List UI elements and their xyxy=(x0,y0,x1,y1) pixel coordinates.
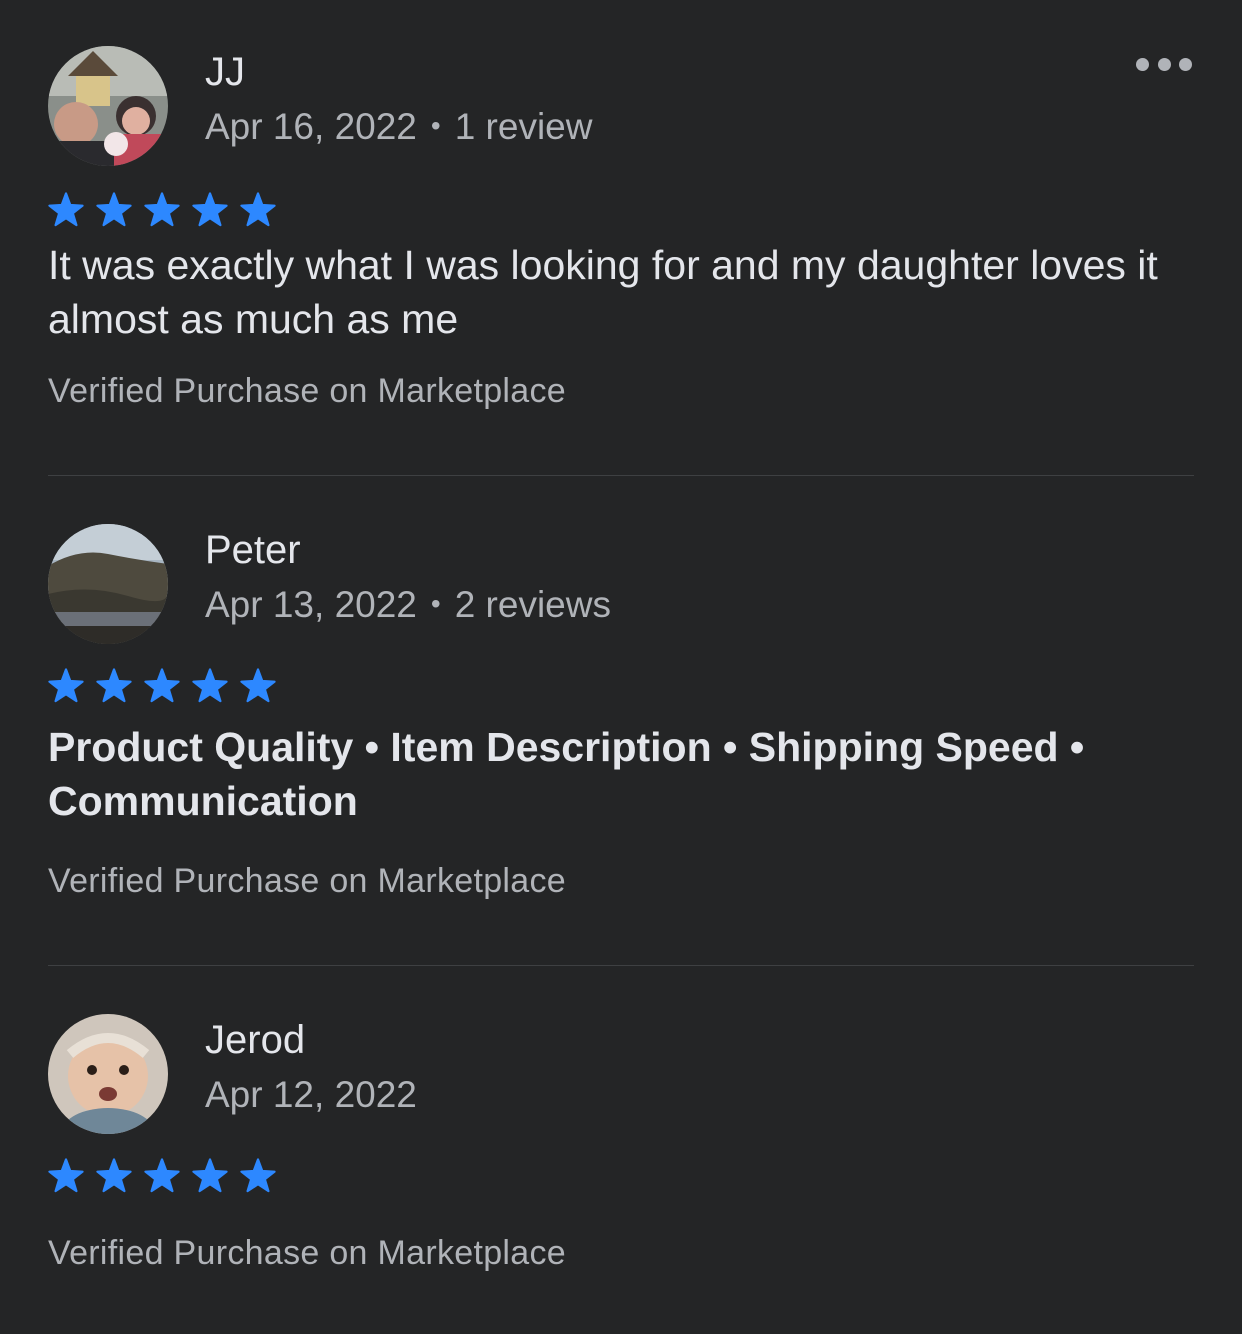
review-count: 2 reviews xyxy=(454,584,611,625)
star-icon xyxy=(96,668,132,703)
verified-purchase-label: Verified Purchase on Marketplace xyxy=(48,372,566,410)
divider xyxy=(48,965,1194,966)
review-date: Apr 12, 2022 xyxy=(205,1074,417,1115)
avatar[interactable] xyxy=(48,1014,168,1134)
review-count: 1 review xyxy=(454,106,593,147)
review-meta: Apr 13, 2022 • 2 reviews xyxy=(205,584,611,626)
review-meta: Apr 12, 2022 xyxy=(205,1074,417,1116)
review-card: Peter Apr 13, 2022 • 2 reviews Product Qua… xyxy=(48,524,1194,914)
star-icon xyxy=(48,192,84,227)
star-icon xyxy=(96,1158,132,1193)
avatar-photo xyxy=(48,524,168,644)
star-icon xyxy=(192,1158,228,1193)
star-icon xyxy=(144,668,180,703)
review-date: Apr 16, 2022 xyxy=(205,106,417,147)
review-text: It was exactly what I was looking for an… xyxy=(48,242,1158,342)
star-icon xyxy=(240,668,276,703)
star-icon xyxy=(48,1158,84,1193)
star-icon xyxy=(240,192,276,227)
verified-purchase-label: Verified Purchase on Marketplace xyxy=(48,1234,566,1272)
review-meta: Apr 16, 2022 • 1 review xyxy=(205,106,592,148)
review-tags: Product Quality • Item Description • Shi… xyxy=(48,724,1085,824)
star-icon xyxy=(192,668,228,703)
star-rating xyxy=(48,1158,276,1198)
star-icon xyxy=(96,192,132,227)
review-date: Apr 13, 2022 xyxy=(205,584,417,625)
review-card: Jerod Apr 12, 2022 Verified Purchase on … xyxy=(48,1014,1194,1314)
divider xyxy=(48,475,1194,476)
star-rating xyxy=(48,192,276,232)
star-icon xyxy=(144,1158,180,1193)
review-card: JJ Apr 16, 2022 • 1 review It was exactly … xyxy=(48,46,1194,426)
reviewer-name[interactable]: Jerod xyxy=(205,1018,305,1063)
star-rating xyxy=(48,668,276,708)
star-icon xyxy=(192,192,228,227)
star-icon xyxy=(48,668,84,703)
avatar[interactable] xyxy=(48,524,168,644)
meta-separator: • xyxy=(430,110,441,141)
verified-purchase-label: Verified Purchase on Marketplace xyxy=(48,862,566,900)
avatar[interactable] xyxy=(48,46,168,166)
avatar-photo xyxy=(48,1014,168,1134)
meta-separator: • xyxy=(430,588,441,619)
reviewer-name[interactable]: Peter xyxy=(205,528,301,573)
avatar-photo xyxy=(48,46,168,166)
star-icon xyxy=(240,1158,276,1193)
star-icon xyxy=(144,192,180,227)
reviewer-name[interactable]: JJ xyxy=(205,50,245,95)
